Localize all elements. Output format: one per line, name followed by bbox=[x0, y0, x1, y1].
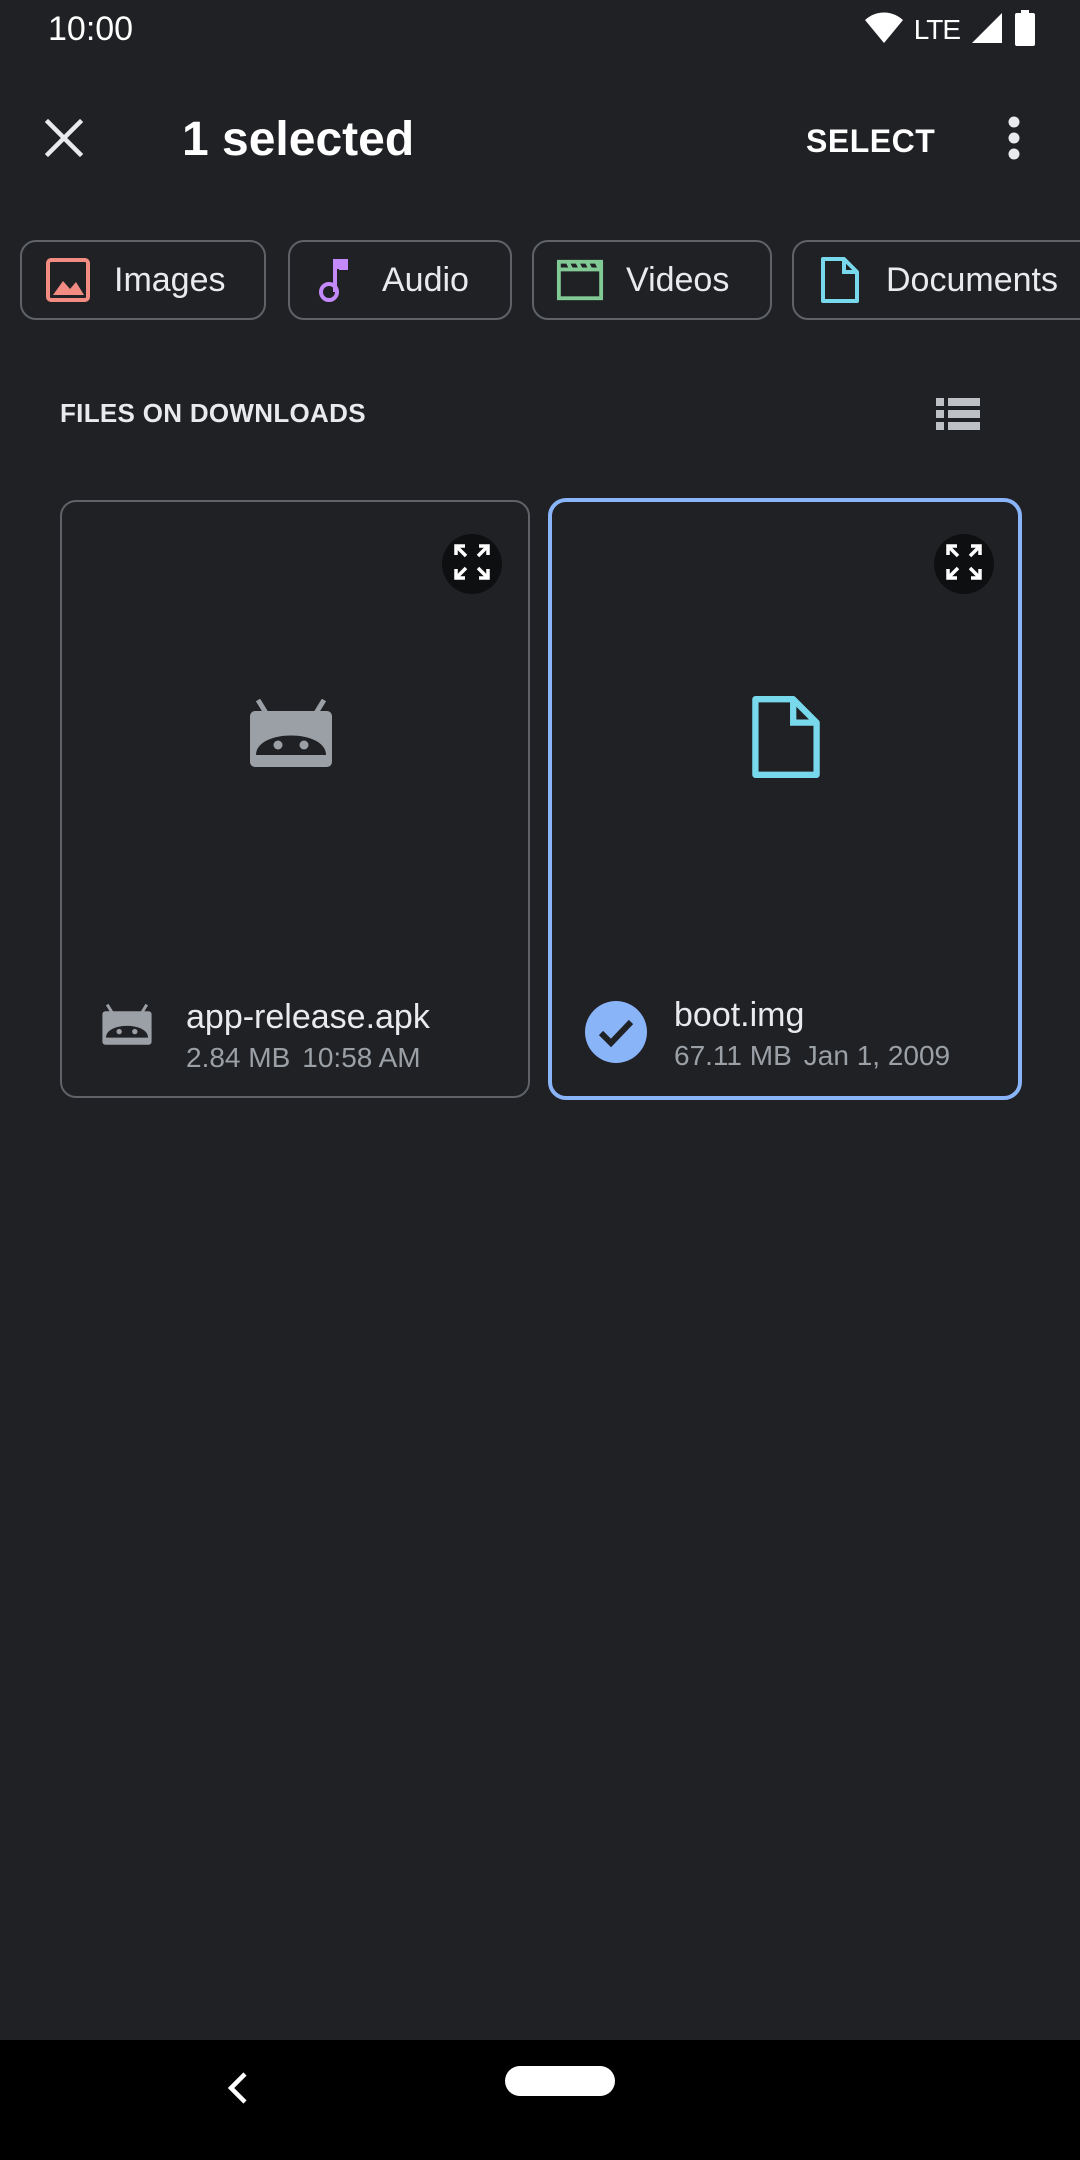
chip-audio-label: Audio bbox=[382, 260, 469, 299]
nav-back-button[interactable] bbox=[208, 2060, 268, 2120]
filter-chip-row: Images Audio Videos Documents bbox=[20, 240, 1080, 320]
file-name: app-release.apk bbox=[186, 998, 430, 1036]
chip-documents-label: Documents bbox=[886, 260, 1058, 299]
file-meta: 67.11 MB Jan 1, 2009 bbox=[674, 1040, 950, 1072]
file-date: 10:58 AM bbox=[302, 1042, 421, 1073]
status-bar: 10:00 LTE bbox=[0, 0, 1080, 60]
chip-documents[interactable]: Documents bbox=[792, 240, 1080, 320]
chip-images[interactable]: Images bbox=[20, 240, 266, 320]
action-bar: 1 selected SELECT bbox=[0, 80, 1080, 200]
document-icon bbox=[748, 692, 824, 782]
image-icon bbox=[44, 256, 92, 304]
selection-count-title: 1 selected bbox=[182, 113, 415, 166]
file-card-selected[interactable]: boot.img 67.11 MB Jan 1, 2009 bbox=[548, 498, 1022, 1100]
battery-icon bbox=[1014, 9, 1036, 51]
expand-preview-button[interactable] bbox=[934, 534, 994, 594]
status-time: 10:00 bbox=[48, 10, 134, 48]
movie-icon bbox=[556, 256, 604, 304]
back-icon bbox=[226, 2071, 250, 2110]
network-type-label: LTE bbox=[913, 14, 961, 45]
chip-images-label: Images bbox=[114, 260, 226, 299]
close-button[interactable] bbox=[32, 108, 96, 172]
file-size: 2.84 MB bbox=[186, 1042, 291, 1073]
fullscreen-icon bbox=[945, 543, 983, 586]
expand-preview-button[interactable] bbox=[442, 534, 502, 594]
signal-icon bbox=[970, 11, 1004, 50]
file-meta: 2.84 MB 10:58 AM bbox=[186, 1042, 421, 1074]
file-size: 67.11 MB bbox=[674, 1040, 792, 1071]
fullscreen-icon bbox=[453, 543, 491, 586]
chip-videos[interactable]: Videos bbox=[532, 240, 772, 320]
file-card[interactable]: app-release.apk 2.84 MB 10:58 AM bbox=[60, 500, 530, 1098]
android-icon bbox=[100, 1002, 154, 1048]
file-date: Jan 1, 2009 bbox=[803, 1040, 951, 1071]
selected-check-icon[interactable] bbox=[584, 1000, 648, 1064]
status-icons: LTE bbox=[864, 9, 1036, 51]
chip-videos-label: Videos bbox=[626, 260, 730, 299]
list-view-toggle-button[interactable] bbox=[922, 386, 994, 446]
close-icon bbox=[44, 118, 84, 163]
wifi-icon bbox=[864, 11, 904, 50]
music-note-icon bbox=[312, 256, 360, 304]
home-pill-icon[interactable] bbox=[505, 2066, 615, 2096]
chip-audio[interactable]: Audio bbox=[288, 240, 512, 320]
android-icon bbox=[247, 698, 335, 770]
file-name: boot.img bbox=[674, 996, 805, 1034]
select-button[interactable]: SELECT bbox=[796, 116, 945, 166]
system-nav-bar bbox=[0, 2040, 1080, 2160]
list-view-icon bbox=[936, 396, 980, 437]
more-vert-icon bbox=[1007, 116, 1021, 165]
section-header: FILES ON DOWNLOADS bbox=[60, 398, 366, 428]
document-icon bbox=[816, 256, 864, 304]
more-options-button[interactable] bbox=[984, 110, 1044, 170]
files-picker-screen: 10:00 LTE 1 selected SELECT Images Audio… bbox=[0, 0, 1080, 2160]
